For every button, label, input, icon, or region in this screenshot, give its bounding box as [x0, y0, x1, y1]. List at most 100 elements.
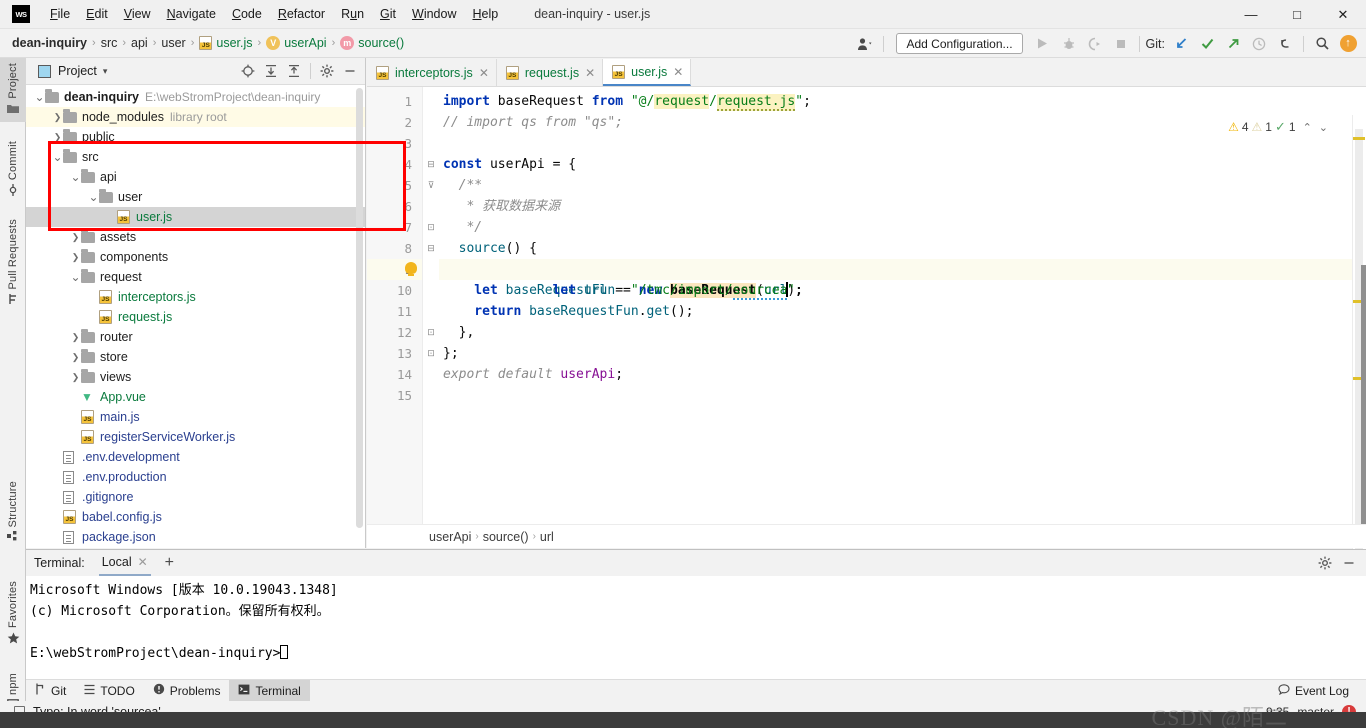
maximize-button[interactable]: □: [1274, 0, 1320, 29]
tree-row[interactable]: user.js: [26, 207, 365, 227]
sidebar-item-favorites[interactable]: Favorites: [0, 576, 26, 652]
run-coverage-icon[interactable]: [1083, 32, 1107, 55]
tree-row[interactable]: ⌄ user: [26, 187, 365, 207]
close-icon[interactable]: ✕: [479, 66, 489, 80]
tree-row[interactable]: request.js: [26, 307, 365, 327]
minimize-icon[interactable]: [1338, 552, 1360, 574]
breadcrumb-item-api[interactable]: api: [131, 36, 148, 50]
fold-marker-expanded[interactable]: ⊽: [423, 175, 439, 196]
fold-marker-expanded[interactable]: ⊟: [423, 238, 439, 259]
sidebar-item-pull-requests[interactable]: Pull Requests: [0, 214, 26, 313]
menu-file[interactable]: File: [42, 3, 78, 25]
git-push-arrow-icon[interactable]: [1221, 32, 1245, 55]
status-tab-problems[interactable]: Problems: [144, 680, 230, 702]
tree-row[interactable]: .env.development: [26, 447, 365, 467]
tree-row[interactable]: ❯ router: [26, 327, 365, 347]
sidebar-item-commit[interactable]: Commit: [0, 136, 26, 204]
menu-view[interactable]: View: [116, 3, 159, 25]
chevron-right-icon[interactable]: ❯: [70, 232, 81, 243]
fold-marker-end[interactable]: ⊡: [423, 322, 439, 343]
tree-row[interactable]: ⌄ api: [26, 167, 365, 187]
sidebar-item-structure[interactable]: Structure: [0, 476, 26, 550]
search-magnifier-icon[interactable]: [1310, 32, 1334, 55]
expand-all-icon[interactable]: [260, 60, 282, 82]
tree-row[interactable]: babel.config.js: [26, 507, 365, 527]
tree-row[interactable]: package.json: [26, 527, 365, 547]
breadcrumb-url[interactable]: url: [540, 530, 554, 544]
breadcrumb-item-userapi[interactable]: V userApi: [266, 36, 327, 50]
user-avatar-icon[interactable]: [853, 32, 877, 55]
menu-edit[interactable]: Edit: [78, 3, 116, 25]
git-commit-check-icon[interactable]: [1195, 32, 1219, 55]
editor-vertical-scrollbar[interactable]: [1361, 265, 1366, 535]
breadcrumb-item-userjs[interactable]: user.js: [199, 36, 253, 50]
tree-row[interactable]: interceptors.js: [26, 287, 365, 307]
undo-arrow-icon[interactable]: [1273, 32, 1297, 55]
code-text[interactable]: import baseRequest from "@/request/reque…: [405, 87, 1366, 548]
tree-row[interactable]: registerServiceWorker.js: [26, 427, 365, 447]
history-clock-icon[interactable]: [1247, 32, 1271, 55]
chevron-right-icon[interactable]: ❯: [52, 112, 63, 123]
tree-row[interactable]: ⌄ request: [26, 267, 365, 287]
update-circle-icon[interactable]: ↑: [1336, 32, 1360, 55]
stop-square-icon[interactable]: [1109, 32, 1133, 55]
status-tab-todo[interactable]: TODO: [75, 680, 143, 702]
editor-tab-interceptors[interactable]: interceptors.js ✕: [367, 59, 497, 86]
chevron-down-icon[interactable]: ▾: [103, 66, 108, 77]
tree-row[interactable]: main.js: [26, 407, 365, 427]
breadcrumb-item-project[interactable]: dean-inquiry: [12, 36, 87, 50]
tree-row[interactable]: ❯ assets: [26, 227, 365, 247]
tree-row[interactable]: ❯ store: [26, 347, 365, 367]
code-editor[interactable]: 123456789101112131415 ⊟ ⊽ ⊡ ⊟ ⊡ ⊡ import…: [367, 86, 1366, 577]
new-terminal-plus-icon[interactable]: +: [165, 554, 174, 572]
tree-row[interactable]: ⌄ src: [26, 147, 365, 167]
editor-tab-user[interactable]: user.js ✕: [603, 59, 692, 86]
breadcrumb-source[interactable]: source(): [483, 530, 529, 544]
breadcrumb-item-user[interactable]: user: [161, 36, 185, 50]
chevron-down-icon[interactable]: ⌄: [52, 151, 63, 163]
sidebar-item-project[interactable]: Project: [0, 58, 26, 122]
chevron-down-icon[interactable]: ⌄: [1319, 121, 1328, 134]
tree-row[interactable]: ▼ App.vue: [26, 387, 365, 407]
menu-run[interactable]: Run: [333, 3, 372, 25]
project-tree[interactable]: ⌄ dean-inquiry E:\webStromProject\dean-inq…: [26, 85, 365, 547]
tree-row[interactable]: .env.production: [26, 467, 365, 487]
chevron-right-icon[interactable]: ❯: [70, 252, 81, 263]
menu-refactor[interactable]: Refactor: [270, 3, 333, 25]
chevron-down-icon[interactable]: ⌄: [70, 171, 81, 183]
run-play-icon[interactable]: [1031, 32, 1055, 55]
warning-marker[interactable]: [1353, 137, 1365, 140]
close-icon[interactable]: ✕: [138, 555, 148, 569]
menu-git[interactable]: Git: [372, 3, 404, 25]
breadcrumb-item-src[interactable]: src: [101, 36, 118, 50]
status-tab-git[interactable]: Git: [26, 680, 75, 702]
inspection-widget[interactable]: ⚠ 4 ⚠ 1 ✓ 1 ⌃ ⌄: [1228, 119, 1328, 135]
menu-window[interactable]: Window: [404, 3, 464, 25]
menu-help[interactable]: Help: [464, 3, 506, 25]
scroll-from-source-icon[interactable]: [237, 60, 259, 82]
status-tab-terminal[interactable]: Terminal: [229, 679, 310, 702]
project-tree-scrollbar[interactable]: [356, 88, 363, 528]
editor-marker-stripe[interactable]: [1352, 115, 1366, 577]
breadcrumb-userapi[interactable]: userApi: [429, 530, 471, 544]
chevron-down-icon[interactable]: ⌄: [88, 191, 99, 203]
hide-panel-icon[interactable]: [339, 60, 361, 82]
close-icon[interactable]: ✕: [585, 66, 595, 80]
gear-icon[interactable]: [1314, 552, 1336, 574]
menu-code[interactable]: Code: [224, 3, 270, 25]
chevron-right-icon[interactable]: ❯: [70, 352, 81, 363]
tree-row[interactable]: ⌄ dean-inquiry E:\webStromProject\dean-inq…: [26, 87, 365, 107]
event-log-button[interactable]: Event Log: [1269, 680, 1358, 702]
close-icon[interactable]: ✕: [673, 65, 683, 79]
chevron-right-icon[interactable]: ❯: [70, 372, 81, 383]
chevron-down-icon[interactable]: ⌄: [34, 91, 45, 103]
breadcrumb-item-source[interactable]: m source(): [340, 36, 404, 50]
fold-marker-end[interactable]: ⊡: [423, 343, 439, 364]
minimize-button[interactable]: —: [1228, 0, 1274, 29]
chevron-right-icon[interactable]: ❯: [70, 332, 81, 343]
tree-row[interactable]: ❯ public: [26, 127, 365, 147]
intention-bulb-icon[interactable]: [405, 262, 417, 276]
tree-row[interactable]: ❯ views: [26, 367, 365, 387]
editor-tab-request[interactable]: request.js ✕: [496, 59, 604, 86]
git-update-arrow-icon[interactable]: [1169, 32, 1193, 55]
